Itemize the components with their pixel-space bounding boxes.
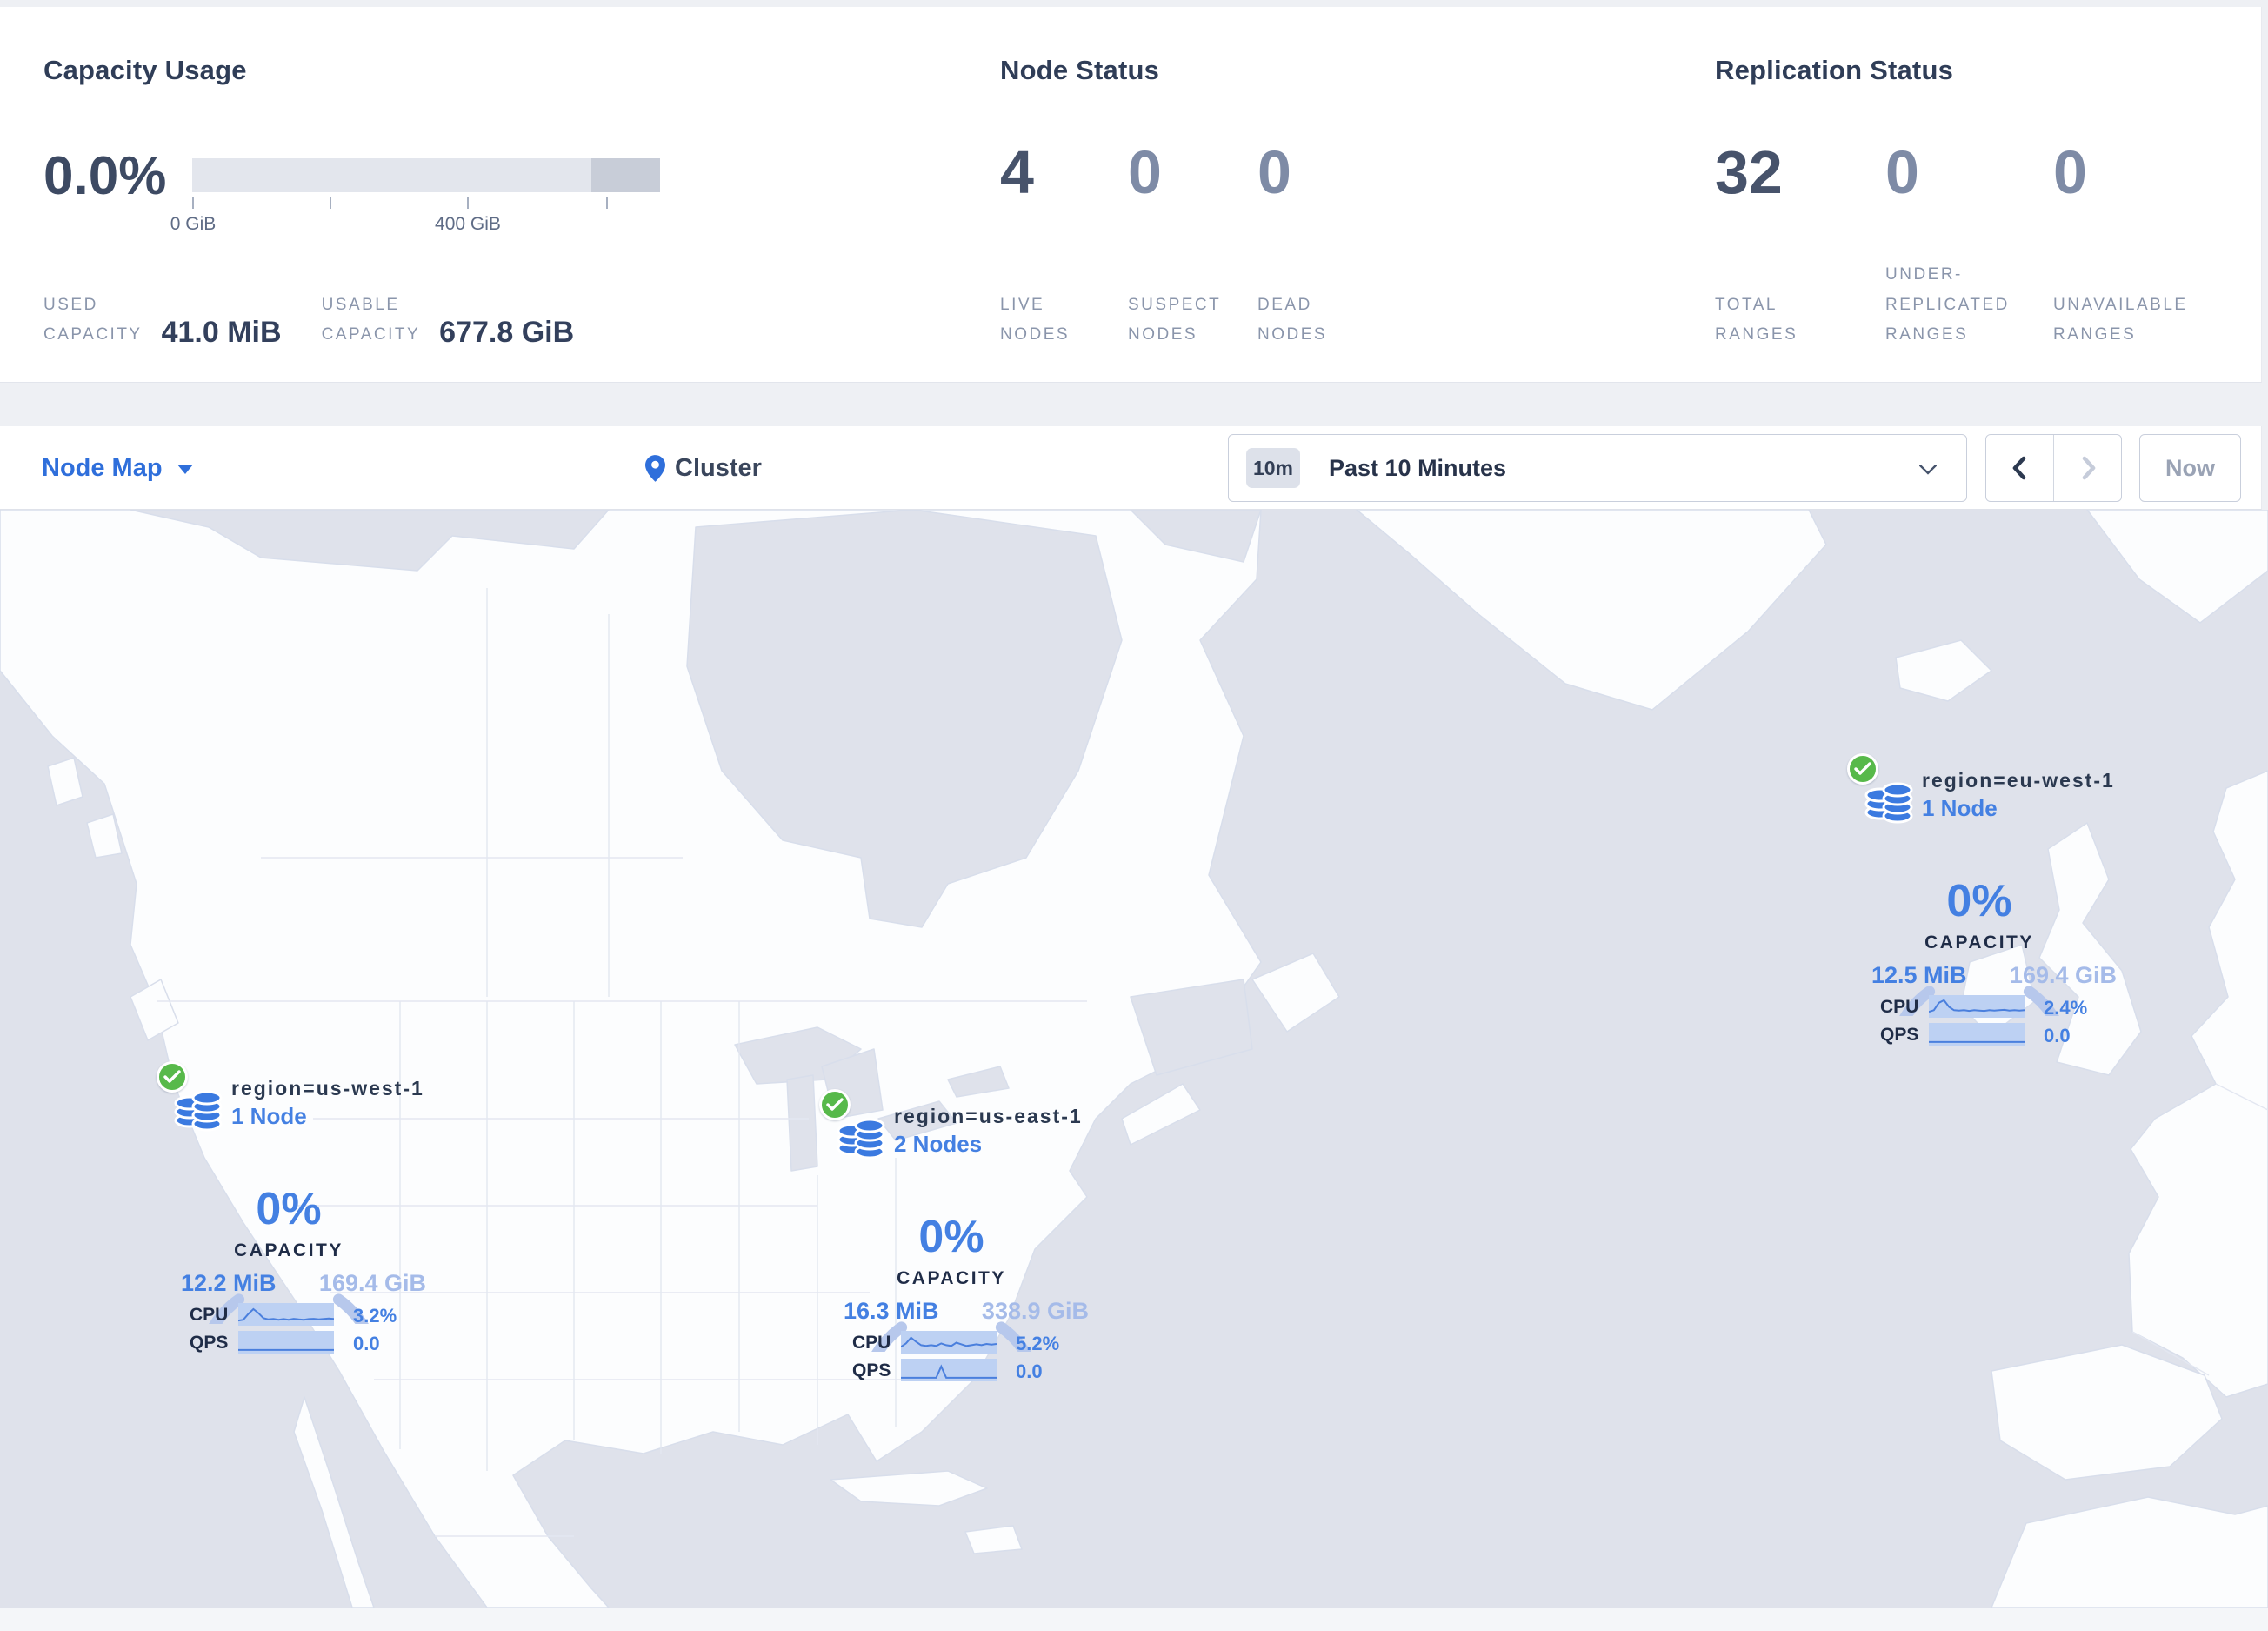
region-marker-us-west-1[interactable]: region=us-west-1 1 Node 0% CAPACITY 12.2… [151, 1056, 426, 1362]
dead-nodes-label: DEAD NODES [1257, 295, 1328, 344]
qps-sparkline [1929, 1023, 2025, 1046]
qps-value: 0.0 [2044, 1025, 2071, 1046]
cpu-value: 3.2% [353, 1305, 397, 1327]
axis-tick [330, 197, 331, 209]
chevron-left-icon [2012, 456, 2025, 480]
capacity-percent: 0% [1946, 876, 2012, 926]
capacity-bar: 0 GiB 400 GiB [170, 158, 660, 234]
database-stack-icon [174, 1090, 223, 1132]
region-label: region=us-west-1 [231, 1077, 424, 1100]
qps-label: QPS [190, 1333, 229, 1353]
map-toolbar: Node Map Cluster 10m Past 10 Minutes Now [0, 426, 2262, 510]
time-range-dropdown[interactable]: 10m Past 10 Minutes [1228, 434, 1967, 502]
usable-capacity-value: 677.8 GiB [439, 316, 575, 349]
unavailable-ranges-count: 0 [2053, 138, 2087, 206]
node-count-link[interactable]: 1 Node [1922, 795, 1998, 822]
capacity-stats: USED CAPACITY 41.0 MiB USABLE CAPACITY 6… [43, 291, 574, 351]
cpu-label: CPU [852, 1333, 891, 1353]
usable-capacity-label: USABLE CAPACITY [321, 295, 421, 344]
node-status-panel: Node Status 4 LIVE NODES 0 SUSPECT NODES… [1000, 55, 1687, 351]
capacity-bar-track [192, 158, 660, 192]
capacity-percent: 0% [256, 1184, 322, 1234]
panel-title: Capacity Usage [43, 55, 247, 85]
total-capacity: 338.9 GiB [981, 1298, 1089, 1324]
axis-tick [606, 197, 608, 209]
view-selector-dropdown[interactable]: Node Map [42, 426, 193, 510]
used-capacity-label: USED CAPACITY [43, 295, 143, 344]
node-count-link[interactable]: 2 Nodes [894, 1131, 982, 1158]
capacity-percent: 0% [918, 1212, 984, 1262]
capacity-percent: 0.0% [43, 146, 167, 206]
used-capacity-value: 41.0 MiB [161, 316, 282, 349]
cpu-sparkline [238, 1303, 334, 1326]
live-nodes-label: LIVE NODES [1000, 295, 1071, 344]
suspect-nodes-label: SUSPECT NODES [1128, 295, 1222, 344]
cluster-summary-bar: Capacity Usage 0.0% 0 GiB 400 GiB USED C… [0, 7, 2262, 383]
capacity-label: CAPACITY [234, 1240, 344, 1260]
dead-nodes-count: 0 [1257, 138, 1291, 206]
total-capacity: 169.4 GiB [2009, 962, 2117, 988]
database-stack-icon [1864, 782, 1913, 824]
now-button[interactable]: Now [2139, 434, 2241, 502]
suspect-nodes-count: 0 [1128, 138, 1162, 206]
node-count-link[interactable]: 1 Node [231, 1103, 307, 1130]
panel-title: Replication Status [1715, 55, 1954, 85]
qps-sparkline [238, 1331, 334, 1354]
water-lake-michigan [786, 1074, 818, 1172]
qps-sparkline [901, 1359, 997, 1381]
database-stack-icon [837, 1118, 885, 1160]
cpu-label: CPU [1880, 997, 1919, 1017]
time-range-badge: 10m [1246, 448, 1300, 488]
cpu-label: CPU [190, 1305, 229, 1325]
region-label: region=eu-west-1 [1922, 769, 2115, 792]
time-range-step-control [1985, 434, 2122, 502]
live-nodes-count: 4 [1000, 138, 1034, 206]
map-pin-icon [645, 454, 665, 482]
axis-tick [467, 197, 469, 209]
under-replicated-count: 0 [1885, 138, 1919, 206]
capacity-label: CAPACITY [1924, 932, 2034, 953]
time-range-label: Past 10 Minutes [1329, 454, 1507, 481]
qps-value: 0.0 [353, 1333, 380, 1354]
qps-label: QPS [1880, 1025, 1919, 1045]
used-capacity: 16.3 MiB [844, 1298, 939, 1324]
chevron-right-icon [2082, 456, 2095, 480]
cpu-sparkline [1929, 995, 2025, 1018]
chevron-down-icon [177, 465, 193, 474]
page-footer [0, 1608, 2268, 1631]
axis-tick-label: 0 GiB [170, 214, 217, 234]
capacity-label: CAPACITY [897, 1268, 1006, 1288]
axis-tick-label: 400 GiB [435, 214, 501, 234]
qps-value: 0.0 [1016, 1360, 1043, 1382]
total-capacity: 169.4 GiB [318, 1270, 426, 1296]
total-ranges-count: 32 [1715, 138, 1783, 206]
panel-title: Node Status [1000, 55, 1160, 85]
total-ranges-label: TOTAL RANGES [1715, 295, 1798, 344]
used-capacity: 12.5 MiB [1871, 962, 1967, 988]
region-marker-us-east-1[interactable]: region=us-east-1 2 Nodes 0% CAPACITY 16.… [814, 1084, 1089, 1390]
region-marker-eu-west-1[interactable]: region=eu-west-1 1 Node 0% CAPACITY 12.5… [1842, 748, 2117, 1054]
qps-label: QPS [852, 1360, 891, 1380]
cpu-value: 2.4% [2044, 997, 2088, 1019]
time-step-forward-button[interactable] [2053, 435, 2121, 501]
node-map: region=us-west-1 1 Node 0% CAPACITY 12.2… [0, 510, 2268, 1608]
capacity-bar-reserved [591, 158, 660, 192]
region-label: region=us-east-1 [894, 1105, 1083, 1127]
view-selector-label: Node Map [42, 453, 163, 482]
chevron-down-icon [1919, 465, 1937, 475]
cpu-sparkline [901, 1331, 997, 1354]
axis-tick [192, 197, 194, 209]
breadcrumb-label: Cluster [675, 453, 762, 482]
replication-status-panel: Replication Status 32 TOTAL RANGES 0 UND… [1715, 55, 2258, 351]
used-capacity: 12.2 MiB [181, 1270, 277, 1296]
breadcrumb[interactable]: Cluster [645, 426, 762, 510]
time-step-back-button[interactable] [1986, 435, 2053, 501]
unavailable-ranges-label: UNAVAILABLE RANGES [2053, 295, 2188, 344]
capacity-usage-panel: Capacity Usage 0.0% 0 GiB 400 GiB USED C… [43, 55, 957, 351]
cpu-value: 5.2% [1016, 1333, 1060, 1354]
under-replicated-label: UNDER- REPLICATED RANGES [1885, 265, 2010, 344]
